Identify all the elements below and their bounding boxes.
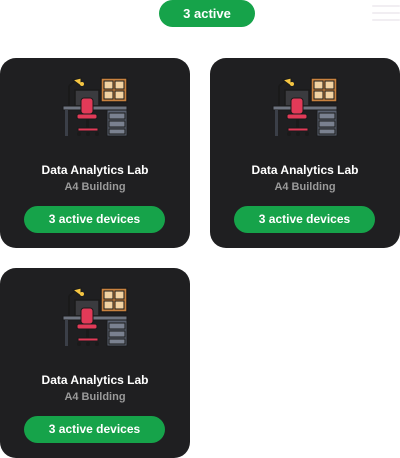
room-card[interactable]: Data Analytics Lab A4 Building 3 active … — [0, 58, 190, 248]
room-name: Data Analytics Lab — [251, 163, 359, 177]
workspace-desk-icon — [62, 287, 128, 347]
room-building: A4 Building — [64, 391, 126, 403]
room-card[interactable]: Data Analytics Lab A4 Building 3 active … — [0, 268, 190, 458]
active-devices-button[interactable]: 3 active devices — [24, 206, 165, 233]
room-name: Data Analytics Lab — [41, 163, 149, 177]
menu-icon[interactable] — [372, 5, 400, 23]
workspace-desk-icon — [272, 77, 338, 137]
active-summary-badge: 3 active — [159, 0, 255, 27]
room-card[interactable]: Data Analytics Lab A4 Building 3 active … — [210, 58, 400, 248]
room-building: A4 Building — [274, 181, 336, 193]
active-devices-button[interactable]: 3 active devices — [234, 206, 375, 233]
room-name: Data Analytics Lab — [41, 373, 149, 387]
workspace-desk-icon — [62, 77, 128, 137]
active-devices-button[interactable]: 3 active devices — [24, 416, 165, 443]
room-building: A4 Building — [64, 181, 126, 193]
